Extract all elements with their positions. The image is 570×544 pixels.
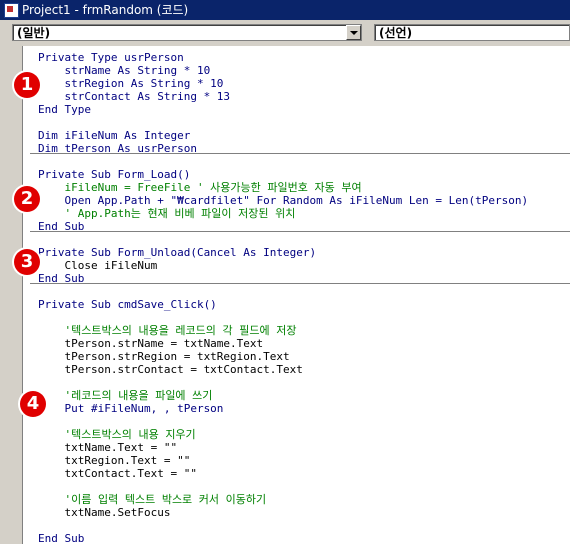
code-line: End Sub — [38, 532, 85, 544]
code-line: Private Type usrPerson — [38, 51, 184, 64]
code-line: tPerson.strName = txtName.Text — [38, 337, 264, 350]
code-line: strName As String * 10 — [38, 64, 211, 77]
code-line: txtName.SetFocus — [38, 506, 171, 519]
object-combo-dropdown-icon[interactable] — [346, 25, 361, 40]
code-line: Private Sub Form_Load() — [38, 168, 191, 181]
code-window-toolbar: (일반) (선언) — [0, 20, 570, 46]
step-badge-4: 4 — [20, 391, 46, 417]
step-badge-2: 2 — [14, 186, 40, 212]
code-line: tPerson.strRegion = txtRegion.Text — [38, 350, 290, 363]
code-line: strRegion As String * 10 — [38, 77, 224, 90]
code-line: End Sub — [38, 272, 85, 285]
code-line: Private Sub Form_Unload(Cancel As Intege… — [38, 246, 317, 259]
code-line: '레코드의 내용을 파일에 쓰기 — [38, 389, 213, 402]
window-title: Project1 - frmRandom (코드) — [22, 3, 189, 17]
code-line: Private Sub cmdSave_Click() — [38, 298, 217, 311]
code-line: End Type — [38, 103, 91, 116]
procedure-combo-value: (선언) — [379, 26, 413, 40]
code-text[interactable]: Private Type usrPerson strName As String… — [38, 51, 528, 544]
code-line: Open App.Path + "₩cardfilet" For Random … — [38, 194, 529, 207]
margin-indicator-bar[interactable] — [0, 46, 23, 544]
code-line: strContact As String * 13 — [38, 90, 231, 103]
code-line: txtName.Text = "" — [38, 441, 178, 454]
code-line: Put #iFileNum, , tPerson — [38, 402, 224, 415]
step-badge-1: 1 — [14, 72, 40, 98]
object-combo-value: (일반) — [17, 26, 51, 40]
object-combo[interactable]: (일반) — [12, 24, 362, 41]
code-editor[interactable]: Private Type usrPerson strName As String… — [0, 46, 570, 544]
code-line: txtRegion.Text = "" — [38, 454, 191, 467]
code-line: End Sub — [38, 220, 85, 233]
code-line: '텍스트박스의 내용을 레코드의 각 필드에 저장 — [38, 324, 297, 337]
code-line: txtContact.Text = "" — [38, 467, 197, 480]
code-line: '이름 입력 텍스트 박스로 커서 이동하기 — [38, 493, 267, 506]
code-line: Dim tPerson As usrPerson — [38, 142, 197, 155]
step-badge-3: 3 — [14, 249, 40, 275]
code-line: Dim iFileNum As Integer — [38, 129, 191, 142]
code-line: Close iFileNum — [38, 259, 158, 272]
code-line: ' App.Path는 현재 비베 파일이 저장된 위치 — [38, 207, 296, 220]
code-line: iFileNum = FreeFile ' 사용가능한 파일번호 자동 부여 — [38, 181, 362, 194]
title-bar: Project1 - frmRandom (코드) — [0, 0, 570, 20]
procedure-combo[interactable]: (선언) — [374, 24, 570, 41]
code-line: tPerson.strContact = txtContact.Text — [38, 363, 303, 376]
vb-code-window-icon — [4, 3, 19, 18]
code-line: '텍스트박스의 내용 지우기 — [38, 428, 196, 441]
